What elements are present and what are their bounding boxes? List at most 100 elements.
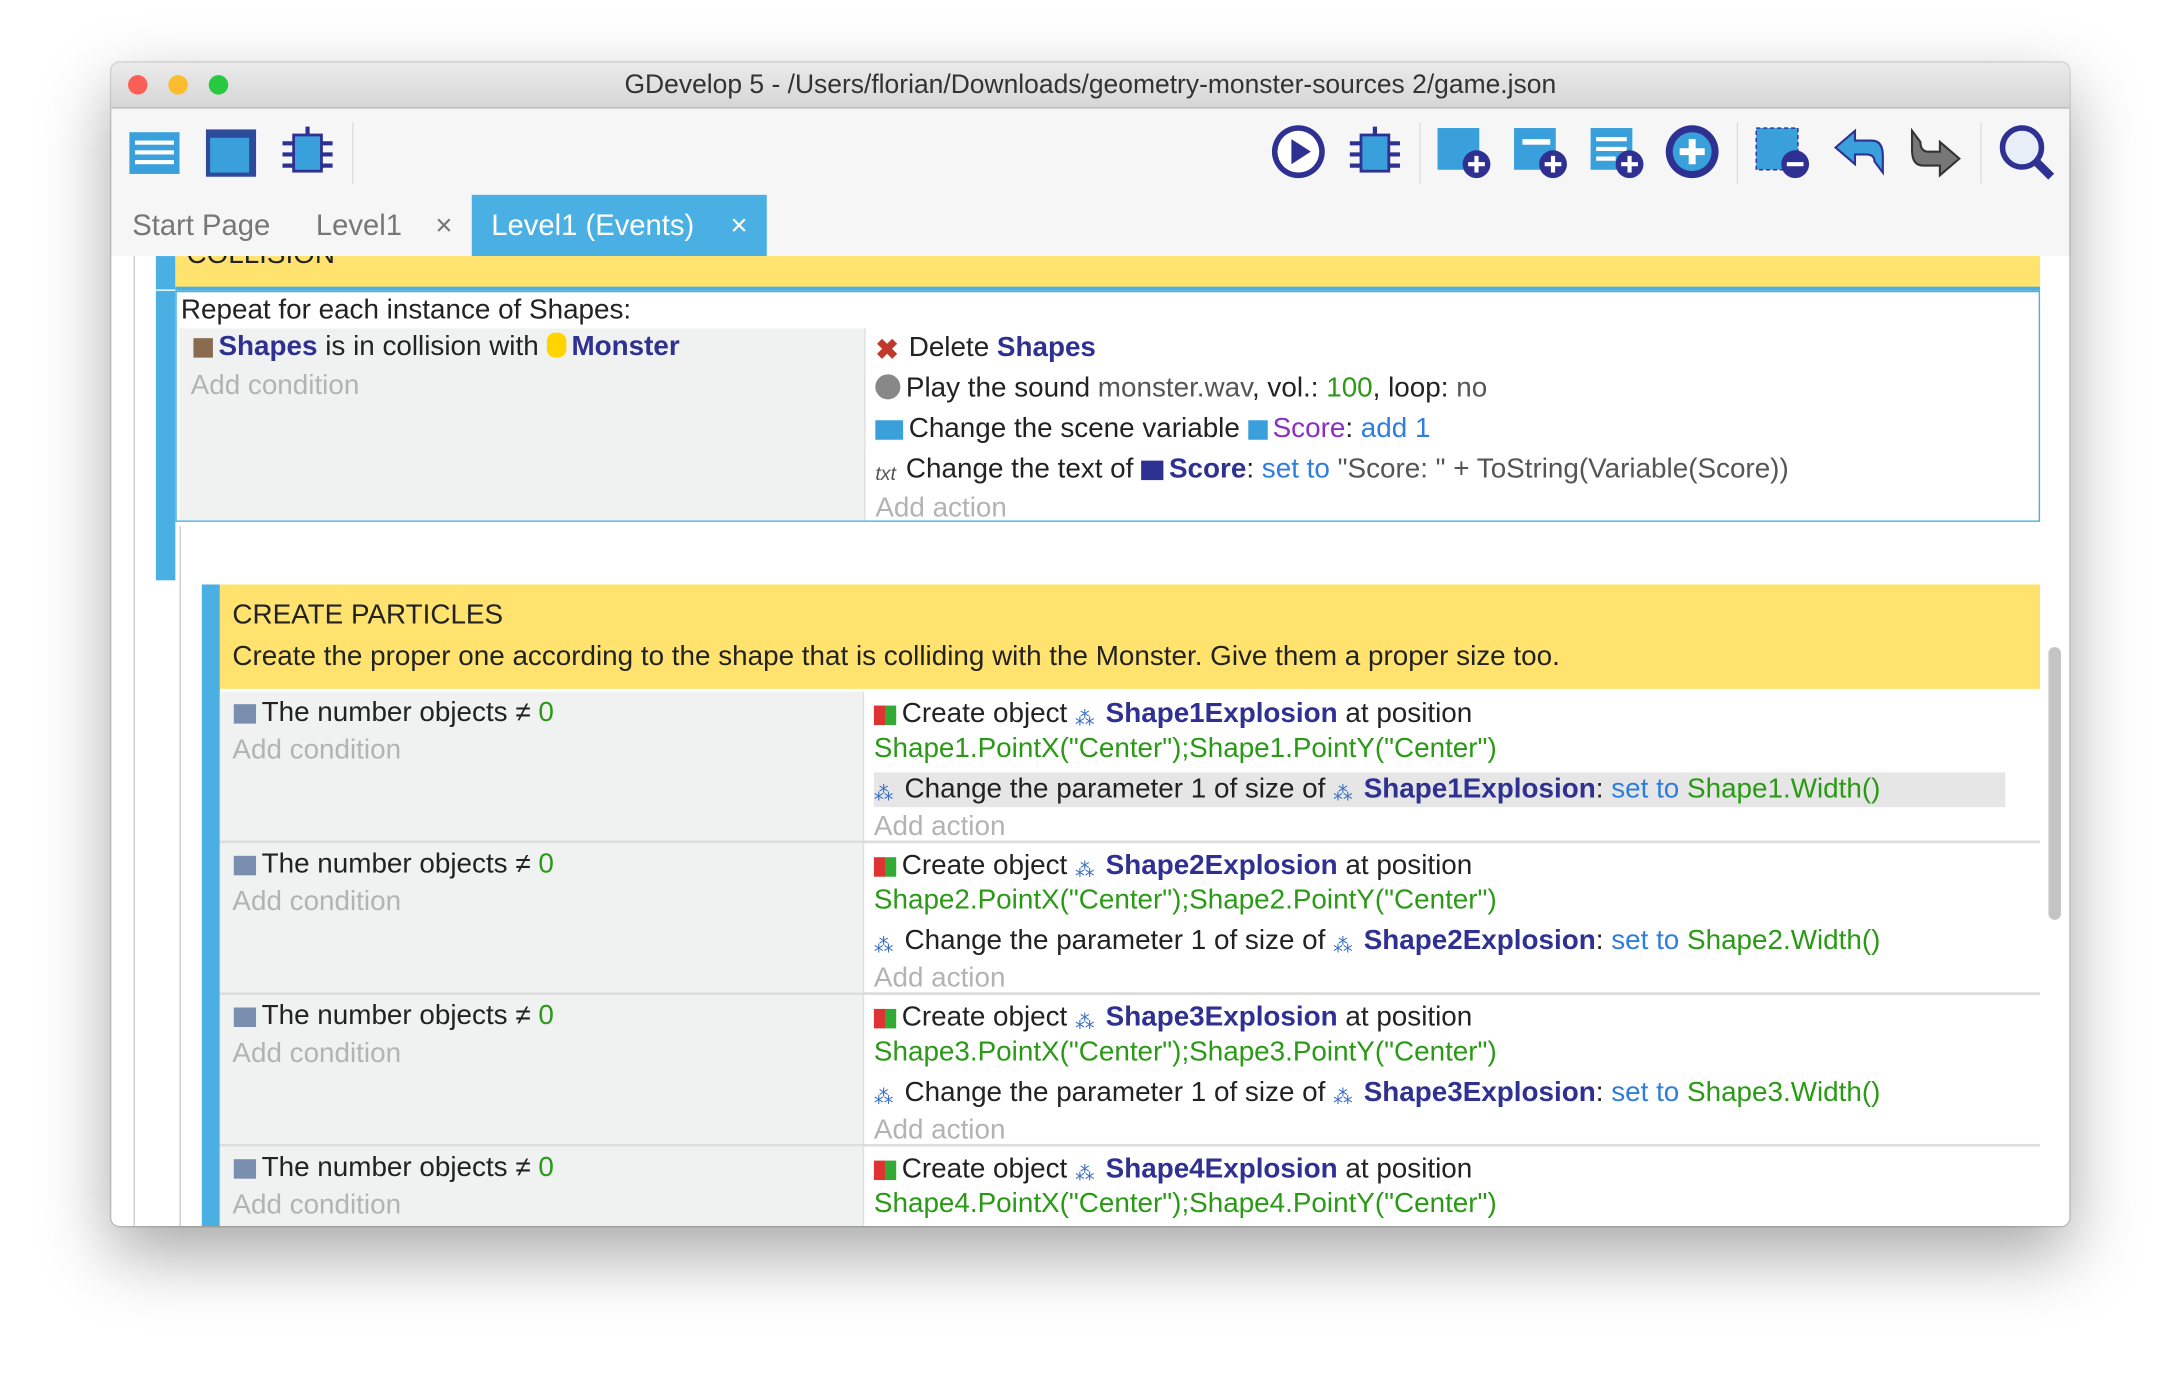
particle-emitter-icon: ⁂ [1333, 1085, 1353, 1108]
number-objects-condition[interactable]: The number objects ≠ 0 [233, 1001, 554, 1033]
debug-icon[interactable] [1346, 122, 1404, 180]
conditions-column: The number objects ≠ 0 Add condition [219, 691, 863, 841]
tab-level1-events[interactable]: Level1 (Events) × [471, 194, 768, 257]
scene-editor-icon[interactable] [202, 122, 260, 180]
create-object-action[interactable]: Create object ⁂ Shape4Explosion at positi… [873, 1152, 2006, 1187]
add-action-link[interactable]: Add action [875, 490, 1788, 526]
minimize-window-button[interactable] [168, 75, 188, 95]
object-icon [193, 338, 213, 358]
sub-event[interactable]: The number objects ≠ 0 Add condition Cre… [219, 1146, 2041, 1226]
particle-emitter-icon: ⁂ [873, 1085, 894, 1108]
close-window-button[interactable] [128, 75, 148, 95]
add-subevent-icon[interactable] [1511, 122, 1569, 180]
events-sheet: COLLISION Repeat for each instance of Sh… [111, 256, 2070, 1226]
particle-emitter-icon: ⁂ [873, 782, 894, 805]
number-objects-condition[interactable]: The number objects ≠ 0 [233, 849, 554, 881]
add-action-link[interactable]: Add action [874, 810, 2006, 845]
change-size-action[interactable]: ⁂ Change the parameter 1 of size of ⁂ Shap… [874, 924, 2006, 959]
sub-event[interactable]: The number objects ≠ 0 Add condition Cre… [219, 691, 2041, 845]
toolbar [111, 109, 2069, 195]
close-tab-icon[interactable]: × [435, 210, 452, 242]
play-sound-action[interactable]: Play the sound monster.wav, vol.: 100, l… [875, 369, 1788, 409]
comment-text: COLLISION [186, 256, 334, 270]
project-manager-icon[interactable] [125, 122, 183, 180]
add-condition-link[interactable]: Add condition [191, 370, 360, 402]
actions-column: Create object ⁂ Shape4Explosion at positi… [873, 1152, 2006, 1226]
tab-label: Start Page [132, 210, 271, 243]
objects-count-icon [233, 1159, 257, 1179]
sub-event[interactable]: The number objects ≠ 0 Add condition Cre… [219, 843, 2041, 997]
particle-emitter-icon: ⁂ [1075, 706, 1095, 730]
objects-count-icon [233, 855, 257, 876]
create-object-action[interactable]: Create object ⁂ Shape2Explosion at positi… [873, 849, 2006, 884]
position-expression: Shape2.PointX("Center");Shape2.PointY("C… [873, 885, 1497, 916]
comment-body: Create the proper one according to the s… [232, 641, 1560, 673]
close-tab-icon[interactable]: × [730, 210, 747, 242]
zoom-window-button[interactable] [208, 75, 229, 95]
add-condition-link[interactable]: Add condition [232, 886, 401, 918]
add-action-link[interactable]: Add action [874, 1113, 2006, 1148]
conditions-column: Shapes is in collision with Monster Add … [179, 328, 865, 521]
conditions-column: The number objects ≠ 0 Add condition [219, 994, 863, 1144]
app-window: GDevelop 5 - /Users/florian/Downloads/ge… [111, 62, 2070, 1226]
add-other-icon[interactable] [1663, 122, 1721, 180]
particle-emitter-icon: ⁂ [1075, 858, 1095, 881]
conditions-column: The number objects ≠ 0 Add condition [219, 843, 863, 993]
change-variable-action[interactable]: Change the scene variable Score: add 1 [875, 409, 1788, 449]
number-objects-condition[interactable]: The number objects ≠ 0 [233, 697, 554, 729]
create-object-action[interactable]: Create object ⁂ Shape1Explosion at positi… [873, 697, 2006, 732]
redo-icon[interactable] [1906, 122, 1964, 180]
debugger-icon[interactable] [278, 122, 336, 180]
position-expression: Shape3.PointX("Center");Shape3.PointY("C… [873, 1036, 1497, 1068]
undo-icon[interactable] [1830, 122, 1888, 180]
tab-bar: Start Page Level1 × Level1 (Events) × [111, 194, 2069, 257]
text-icon: txt [875, 462, 896, 485]
comment-create-particles[interactable]: CREATE PARTICLES Create the proper one a… [219, 584, 2041, 689]
window-title: GDevelop 5 - /Users/florian/Downloads/ge… [624, 70, 1557, 101]
create-object-icon [873, 1160, 897, 1181]
create-object-icon [873, 705, 897, 726]
comment-title: CREATE PARTICLES [232, 599, 504, 631]
add-condition-link[interactable]: Add condition [232, 1038, 401, 1070]
tab-level1[interactable]: Level1 × [316, 195, 453, 256]
conditions-column: The number objects ≠ 0 Add condition [219, 1146, 863, 1226]
actions-column: ✖ Delete Shapes Play the sound monster.wa… [875, 295, 1789, 526]
collision-condition[interactable]: Shapes is in collision with Monster [193, 331, 680, 363]
variable-icon [875, 420, 904, 440]
monster-icon [546, 332, 566, 358]
objects-count-icon [233, 704, 257, 724]
change-size-action[interactable]: ⁂ Change the parameter 1 of size of ⁂ Shap… [873, 772, 2006, 808]
delete-icon: ✖ [875, 335, 899, 366]
particle-emitter-icon: ⁂ [873, 933, 894, 957]
preview-play-icon[interactable] [1269, 122, 1327, 180]
tab-label: Level1 [315, 210, 403, 243]
change-text-action[interactable]: txt Change the text of Score: set to "Sco… [875, 449, 1788, 489]
text-object-icon [1141, 460, 1164, 481]
vertical-scrollbar[interactable] [2048, 647, 2061, 920]
delete-event-icon[interactable] [1753, 122, 1811, 180]
particle-emitter-icon: ⁂ [1333, 782, 1353, 805]
create-object-icon [873, 857, 897, 877]
variable-icon [1247, 420, 1268, 440]
comment-collision[interactable]: COLLISION [175, 256, 2041, 291]
add-event-icon[interactable] [1435, 122, 1493, 180]
repeat-event[interactable]: Repeat for each instance of Shapes: Shap… [175, 290, 2041, 523]
delete-action[interactable]: ✖ Delete Shapes [875, 328, 1788, 368]
sub-event[interactable]: The number objects ≠ 0 Add condition Cre… [219, 994, 2041, 1149]
repeat-header: Repeat for each instance of Shapes: [180, 295, 632, 326]
add-action-link[interactable]: Add action [874, 962, 2006, 997]
number-objects-condition[interactable]: The number objects ≠ 0 [233, 1152, 554, 1184]
tab-start-page[interactable]: Start Page [132, 195, 270, 256]
particle-emitter-icon: ⁂ [1075, 1161, 1095, 1185]
objects-count-icon [233, 1007, 257, 1028]
particle-emitter-icon: ⁂ [1333, 933, 1353, 957]
add-condition-link[interactable]: Add condition [232, 735, 401, 767]
sound-icon [875, 374, 901, 400]
create-object-action[interactable]: Create object ⁂ Shape3Explosion at positi… [873, 1001, 2006, 1036]
search-icon[interactable] [1997, 122, 2055, 180]
add-condition-link[interactable]: Add condition [232, 1190, 401, 1222]
change-size-action[interactable]: ⁂ Change the parameter 1 of size of ⁂ Shap… [874, 1076, 2006, 1111]
actions-column: Create object ⁂ Shape3Explosion at positi… [873, 1001, 2006, 1149]
title-bar: GDevelop 5 - /Users/florian/Downloads/ge… [111, 62, 2070, 109]
add-comment-icon[interactable] [1588, 122, 1646, 180]
